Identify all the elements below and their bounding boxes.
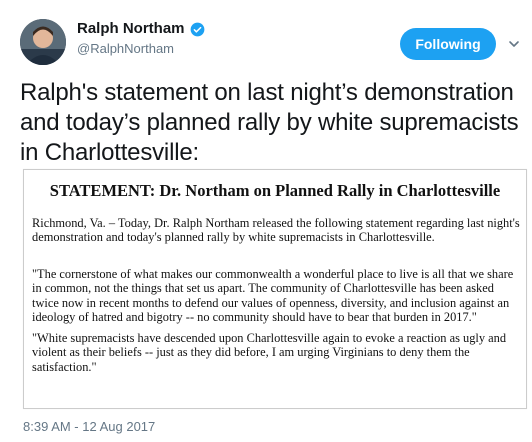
tweet-timestamp[interactable]: 8:39 AM - 12 Aug 2017 bbox=[23, 419, 155, 434]
verified-badge-icon bbox=[190, 22, 205, 37]
statement-paragraph: "The cornerstone of what makes our commo… bbox=[32, 267, 514, 325]
statement-paragraph: "White supremacists have descended upon … bbox=[32, 331, 507, 374]
avatar[interactable] bbox=[20, 19, 66, 65]
display-name[interactable]: Ralph Northam bbox=[77, 19, 205, 39]
statement-image[interactable]: STATEMENT: Dr. Northam on Planned Rally … bbox=[23, 169, 527, 409]
tweet-text: Ralph's statement on last night’s demons… bbox=[20, 79, 519, 166]
statement-paragraph: Richmond, Va. – Today, Dr. Ralph Northam… bbox=[32, 216, 520, 245]
statement-title: STATEMENT: Dr. Northam on Planned Rally … bbox=[49, 181, 501, 200]
chevron-down-icon[interactable] bbox=[508, 37, 520, 49]
user-handle[interactable]: @RalphNortham bbox=[77, 41, 174, 56]
display-name-text[interactable]: Ralph Northam bbox=[77, 19, 185, 39]
following-button[interactable]: Following bbox=[400, 28, 496, 60]
